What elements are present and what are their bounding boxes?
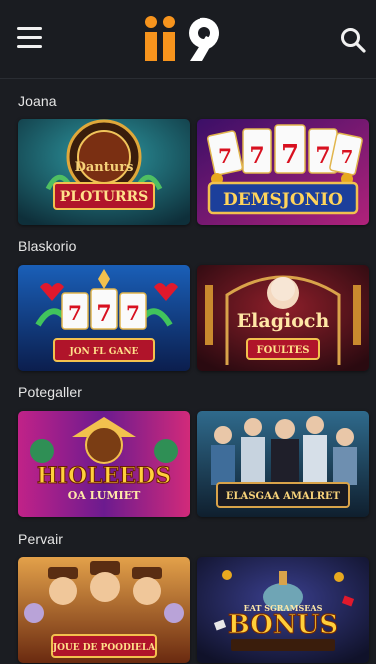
game-banner: JOUE DE POODIELA (52, 643, 156, 653)
game-banner: ELASGAA AMALRET (226, 491, 341, 502)
game-banner: HIOLEEDS (37, 463, 171, 489)
game-banner: FOULTES (256, 345, 309, 356)
game-card[interactable]: Danturs PLOTURRS (18, 119, 190, 225)
game-headline: Danturs (75, 160, 134, 175)
svg-text:7: 7 (96, 301, 111, 327)
site-logo[interactable] (142, 14, 232, 64)
game-card[interactable]: Elagioch FOULTES (197, 265, 369, 371)
game-card[interactable]: 7 7 7 7 7 DEMSJONIO (197, 119, 369, 225)
svg-text:7: 7 (315, 143, 330, 169)
game-headline: Elagioch (237, 310, 330, 332)
section-title: Joana (18, 93, 57, 109)
game-card[interactable]: EAT SGRAMSEAS BONUS (197, 557, 369, 663)
game-banner: DEMSJONIO (223, 190, 343, 210)
game-banner: BONUS (228, 610, 338, 640)
svg-text:7: 7 (249, 143, 264, 169)
section-title: Blaskorio (18, 238, 77, 254)
svg-text:7: 7 (68, 301, 82, 325)
section-title: Potegaller (18, 384, 83, 400)
game-card[interactable]: 7 7 7 JON FL GANE (18, 265, 190, 371)
svg-text:7: 7 (281, 140, 299, 170)
game-banner: JON FL GANE (68, 347, 138, 357)
svg-text:7: 7 (126, 301, 140, 325)
game-card[interactable]: HIOLEEDS OA LUMIET (18, 411, 190, 517)
section-title: Pervair (18, 531, 64, 547)
game-card[interactable]: ELASGAA AMALRET (197, 411, 369, 517)
game-headline: OA LUMIET (68, 489, 141, 502)
top-bar (0, 0, 376, 79)
hamburger-menu-icon[interactable] (17, 27, 42, 49)
game-card[interactable]: JOUE DE POODIELA (18, 557, 190, 663)
game-banner: PLOTURRS (60, 189, 149, 205)
svg-text:7: 7 (341, 147, 354, 168)
svg-text:7: 7 (218, 144, 232, 168)
search-icon[interactable] (340, 27, 366, 53)
